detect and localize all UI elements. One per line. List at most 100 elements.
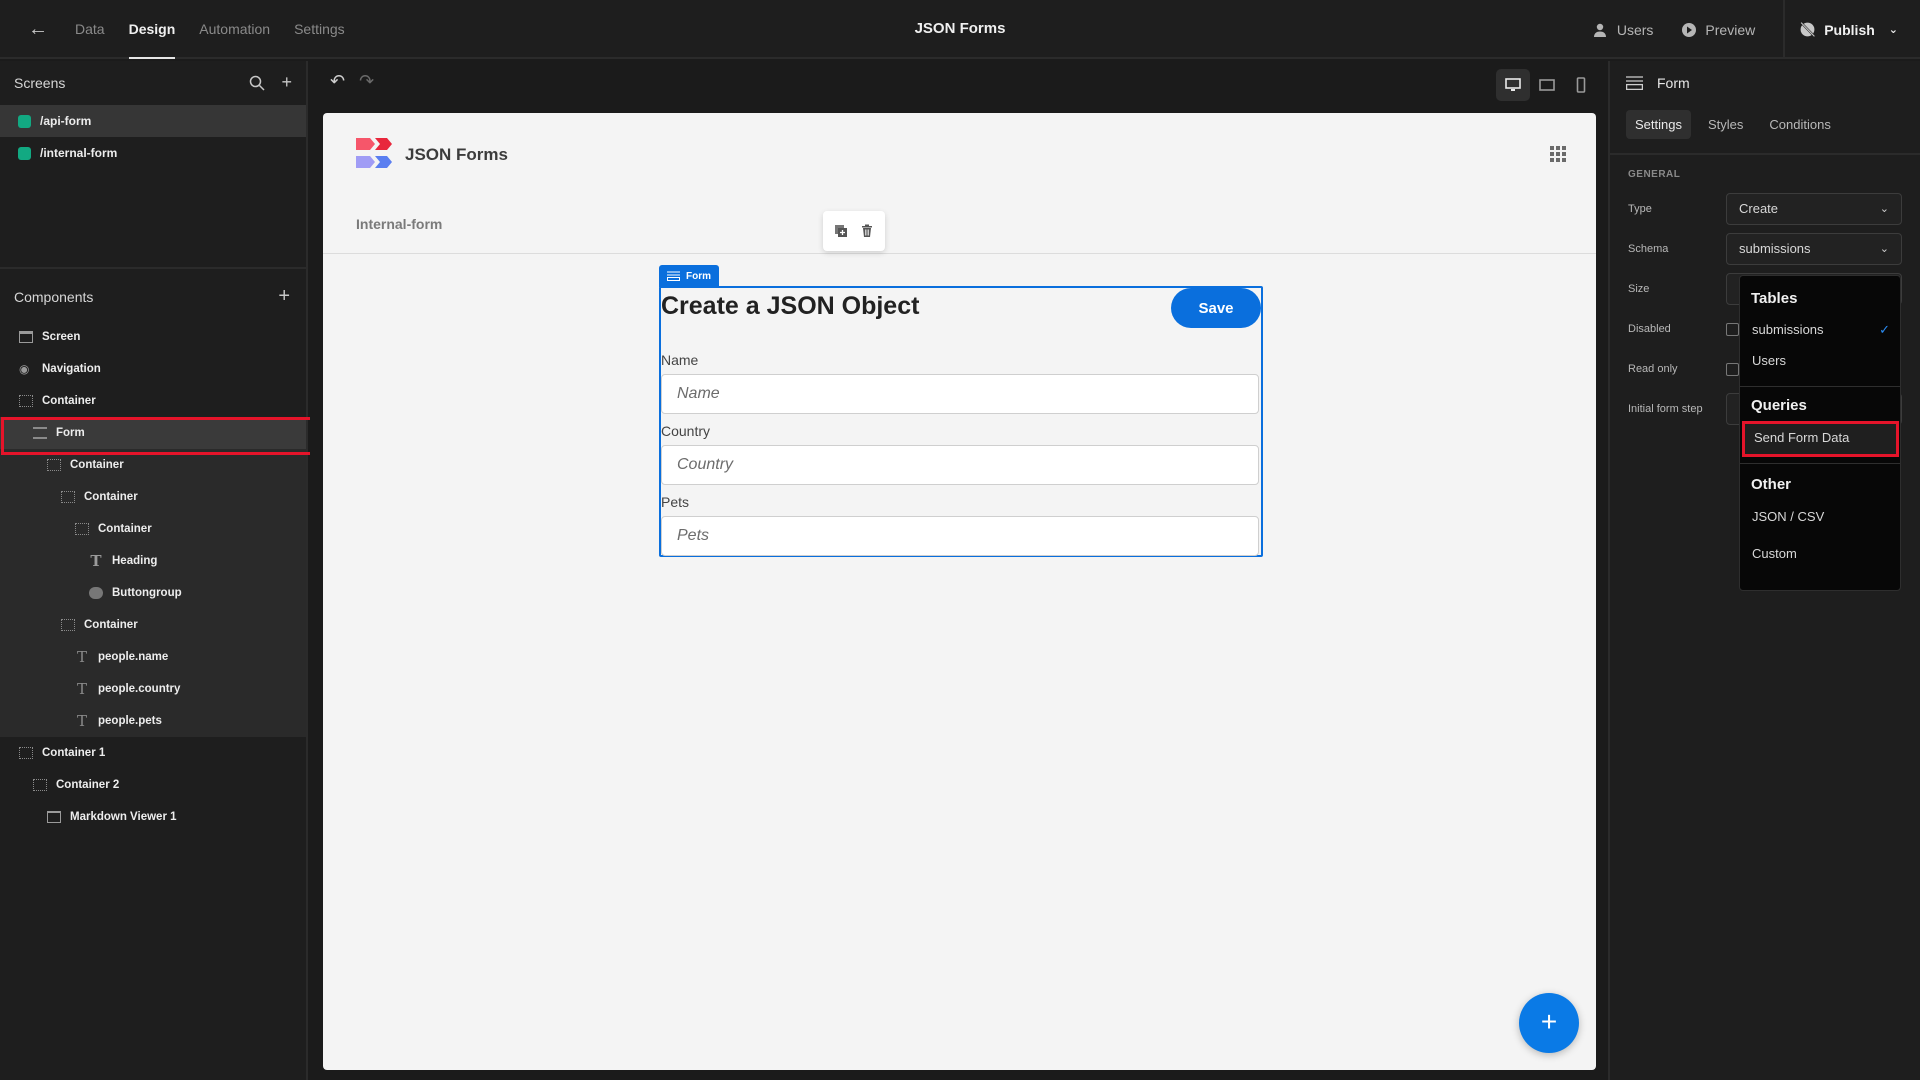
tree-item-markdown-viewer-1[interactable]: Markdown Viewer 1 xyxy=(0,801,306,833)
users-button[interactable]: Users xyxy=(1593,21,1654,38)
screen-status-icon xyxy=(18,114,31,128)
publish-button[interactable]: Publish ⌄ xyxy=(1783,0,1920,59)
dropdown-item-label: JSON / CSV xyxy=(1752,509,1825,524)
tree-item-container-2[interactable]: Container 2 xyxy=(0,769,306,801)
left-panel: Screens + /api-form /internal-form Compo… xyxy=(0,61,317,1080)
tree-item-people-pets[interactable]: Tpeople.pets xyxy=(0,705,306,737)
form-subtree: Form Container Container Container T Head… xyxy=(0,417,306,737)
users-label: Users xyxy=(1616,21,1654,38)
tree-item-form[interactable]: Form xyxy=(0,417,306,449)
trash-icon[interactable] xyxy=(860,224,874,238)
add-screen-icon[interactable]: + xyxy=(281,73,292,91)
tab-design[interactable]: Design xyxy=(128,0,176,59)
play-circle-icon xyxy=(1682,22,1697,37)
buttongroup-icon xyxy=(89,587,103,599)
tree-item-buttongroup[interactable]: Buttongroup xyxy=(0,577,306,609)
name-input[interactable] xyxy=(661,374,1259,414)
tree-item-container[interactable]: Container xyxy=(0,513,306,545)
save-button[interactable]: Save xyxy=(1171,288,1261,328)
container-icon xyxy=(61,491,75,503)
component-toolbar xyxy=(823,211,885,251)
type-select[interactable]: Create ⌄ xyxy=(1726,193,1902,225)
tree-item-container[interactable]: Container xyxy=(0,449,306,481)
screens-list: /api-form /internal-form xyxy=(0,105,306,269)
tab-settings-panel[interactable]: Settings xyxy=(1626,109,1691,139)
type-value: Create xyxy=(1739,201,1779,216)
mobile-view-button[interactable] xyxy=(1564,69,1598,101)
screen-status-icon xyxy=(18,146,31,160)
dropdown-heading-queries: Queries xyxy=(1751,397,1807,414)
tab-settings[interactable]: Settings xyxy=(294,0,345,59)
tree-item-container-1[interactable]: Container 1 xyxy=(0,737,306,769)
text-icon: T xyxy=(76,648,87,666)
tree-item-container[interactable]: Container xyxy=(0,609,306,641)
tree-label: Container xyxy=(84,619,138,631)
desktop-view-button[interactable] xyxy=(1496,69,1530,101)
country-input[interactable] xyxy=(661,445,1259,485)
container-icon xyxy=(75,523,89,535)
tablet-view-button[interactable] xyxy=(1530,69,1564,101)
form-component-tag[interactable]: Form xyxy=(659,265,719,287)
dropdown-item-label: submissions xyxy=(1752,322,1824,337)
schema-select[interactable]: submissions ⌄ xyxy=(1726,233,1902,265)
screens-title: Screens xyxy=(14,75,66,91)
checkmark-icon: ✓ xyxy=(1879,322,1890,337)
text-icon: T xyxy=(76,712,87,730)
redo-icon[interactable]: ↷ xyxy=(359,71,374,92)
chevron-down-icon: ⌄ xyxy=(1888,24,1898,36)
schema-dropdown: Tables submissions ✓ Users Queries Send … xyxy=(1739,275,1901,591)
add-component-icon[interactable]: + xyxy=(278,285,290,308)
dropdown-item-users[interactable]: Users xyxy=(1740,346,1900,386)
tree-item-container[interactable]: Container xyxy=(0,385,306,417)
tab-styles[interactable]: Styles xyxy=(1699,110,1752,139)
tree-label: Container 1 xyxy=(42,747,106,759)
device-switcher xyxy=(1496,69,1598,101)
pets-input[interactable] xyxy=(661,516,1259,556)
tree-item-heading[interactable]: T Heading xyxy=(0,545,306,577)
screen-item-internal-form[interactable]: /internal-form xyxy=(0,137,306,169)
tab-data[interactable]: Data xyxy=(75,0,105,59)
app-preview: JSON Forms Internal-form Form Create a J… xyxy=(323,113,1596,1070)
top-nav: Data Design Automation Settings xyxy=(75,0,369,59)
undo-icon[interactable]: ↶ xyxy=(330,71,345,92)
container-icon xyxy=(47,459,61,471)
tablet-icon xyxy=(1539,79,1555,91)
name-label: Name xyxy=(661,352,699,368)
tree-label: Container xyxy=(42,395,96,407)
tree-label: Markdown Viewer 1 xyxy=(70,811,177,823)
app-grid-icon[interactable] xyxy=(1550,146,1566,162)
dropdown-item-json-csv[interactable]: JSON / CSV xyxy=(1740,502,1900,539)
schema-label: Schema xyxy=(1628,243,1669,255)
tree-item-people-name[interactable]: Tpeople.name xyxy=(0,641,306,673)
dropdown-item-custom[interactable]: Custom xyxy=(1740,539,1900,573)
add-fab-button[interactable]: + xyxy=(1519,993,1579,1053)
settings-header: Form xyxy=(1610,61,1920,105)
tab-automation[interactable]: Automation xyxy=(199,0,270,59)
container-icon xyxy=(61,619,75,631)
tree-item-navigation[interactable]: ◉ Navigation xyxy=(0,353,306,385)
dropdown-item-send-form-data[interactable]: Send Form Data xyxy=(1742,421,1899,457)
form-tag-label: Form xyxy=(686,270,711,282)
dropdown-item-label: Custom xyxy=(1752,546,1797,561)
tree-item-container[interactable]: Container xyxy=(0,481,306,513)
duplicate-icon[interactable] xyxy=(834,224,848,238)
tab-conditions[interactable]: Conditions xyxy=(1760,110,1839,139)
nav-link-internal-form[interactable]: Internal-form xyxy=(356,216,442,232)
tree-label: Container xyxy=(98,523,152,535)
tree-item-screen[interactable]: Screen xyxy=(0,321,306,353)
dropdown-item-submissions[interactable]: submissions ✓ xyxy=(1740,314,1900,346)
tree-label: Container xyxy=(84,491,138,503)
search-icon[interactable] xyxy=(249,75,266,91)
tree-item-people-country[interactable]: Tpeople.country xyxy=(0,673,306,705)
type-label: Type xyxy=(1628,203,1652,215)
back-arrow-icon[interactable]: ← xyxy=(28,18,50,40)
component-name: Form xyxy=(1657,75,1690,91)
tree-label: Buttongroup xyxy=(112,587,182,599)
readonly-checkbox[interactable] xyxy=(1726,363,1739,376)
undo-redo-bar: ↶ ↷ xyxy=(330,71,374,92)
dropdown-item-label: Send Form Data xyxy=(1754,430,1850,445)
disabled-checkbox[interactable] xyxy=(1726,323,1739,336)
preview-button[interactable]: Preview xyxy=(1681,22,1755,38)
form-component[interactable]: Create a JSON Object Save Name Country P… xyxy=(659,286,1263,557)
screen-item-api-form[interactable]: /api-form xyxy=(0,105,306,137)
